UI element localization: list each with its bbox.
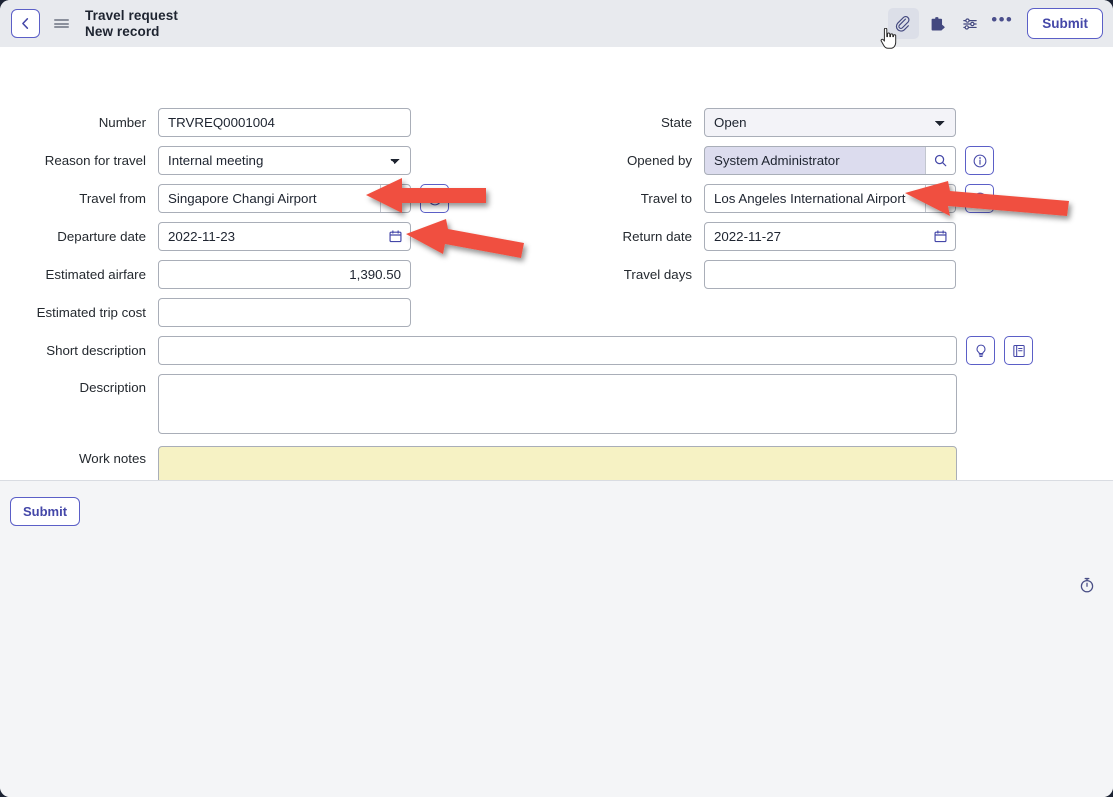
hamburger-icon — [53, 17, 69, 29]
info-icon — [428, 192, 441, 205]
travel-to-reference — [704, 184, 956, 213]
label-opened-by: Opened by — [626, 152, 692, 168]
travel-days-input[interactable] — [704, 260, 956, 289]
field-row-reason-for-travel: Reason for travel Internal meeting — [0, 146, 411, 175]
search-icon — [934, 192, 947, 205]
field-row-description: Description — [0, 374, 960, 434]
submit-button-footer[interactable]: Submit — [10, 497, 81, 526]
field-row-travel-days: Travel days — [546, 260, 956, 289]
form-area: Number Reason for travel Internal meetin… — [0, 47, 1113, 502]
travel-to-info-button[interactable] — [965, 184, 994, 213]
travel-from-lookup-button[interactable] — [380, 185, 410, 212]
field-row-departure-date: Departure date — [0, 222, 411, 251]
label-description: Description — [79, 380, 146, 395]
knowledge-button[interactable] — [1004, 336, 1033, 365]
field-row-number: Number — [0, 108, 411, 137]
label-travel-days: Travel days — [623, 266, 692, 282]
clipboard-export-icon — [931, 16, 945, 30]
travel-from-input[interactable] — [159, 185, 380, 212]
personalize-form-icon — [963, 17, 977, 30]
attachment-icon — [895, 15, 910, 32]
response-time-button[interactable] — [1077, 575, 1097, 595]
stopwatch-icon — [1080, 577, 1094, 593]
field-row-estimated-airfare: Estimated airfare — [0, 260, 411, 289]
field-row-state: State Open — [546, 108, 956, 137]
personalize-form-button[interactable] — [954, 8, 985, 39]
field-row-travel-to: Travel to — [546, 184, 1006, 213]
travel-from-reference — [158, 184, 411, 213]
attachment-button[interactable] — [888, 8, 920, 39]
travel-from-info-button[interactable] — [420, 184, 449, 213]
search-icon — [934, 154, 947, 167]
description-textarea[interactable] — [158, 374, 957, 434]
opened-by-input[interactable] — [705, 147, 925, 174]
label-travel-to: Travel to — [640, 190, 692, 206]
field-row-estimated-trip-cost: Estimated trip cost — [0, 298, 411, 327]
label-state: State — [660, 114, 692, 130]
app-header: Travel request New record ••• Submit — [0, 0, 1113, 47]
field-row-opened-by: Opened by — [546, 146, 1006, 175]
departure-date-input[interactable] — [159, 223, 380, 250]
info-icon — [973, 192, 986, 205]
app-window: Travel request New record ••• Submit Num… — [0, 0, 1113, 797]
field-row-return-date: Return date — [546, 222, 956, 251]
return-date-calendar-button[interactable] — [925, 223, 955, 250]
return-date-field — [704, 222, 956, 251]
label-number: Number — [98, 114, 146, 130]
submit-button-header[interactable]: Submit — [1027, 8, 1103, 39]
label-estimated-trip-cost: Estimated trip cost — [36, 304, 146, 320]
form-footer: Submit — [0, 481, 1113, 797]
chevron-left-icon — [22, 18, 29, 29]
label-travel-from: Travel from — [79, 190, 146, 206]
more-options-button[interactable]: ••• — [987, 9, 1017, 39]
calendar-icon — [933, 230, 947, 243]
number-input[interactable] — [158, 108, 411, 137]
departure-date-field — [158, 222, 411, 251]
hamburger-menu-button[interactable] — [48, 9, 74, 39]
calendar-icon — [388, 230, 402, 243]
short-description-input[interactable] — [158, 336, 957, 365]
opened-by-info-button[interactable] — [965, 146, 994, 175]
departure-date-calendar-button[interactable] — [380, 223, 410, 250]
state-select[interactable]: Open — [704, 108, 956, 137]
reason-for-travel-select[interactable]: Internal meeting — [158, 146, 411, 175]
opened-by-lookup-button[interactable] — [925, 147, 955, 174]
estimated-airfare-input[interactable] — [158, 260, 411, 289]
label-return-date: Return date — [622, 228, 692, 244]
return-date-input[interactable] — [705, 223, 925, 250]
more-options-icon: ••• — [991, 9, 1014, 29]
back-button[interactable] — [11, 9, 40, 38]
label-short-description: Short description — [46, 342, 146, 358]
label-departure-date: Departure date — [57, 228, 146, 244]
suggestions-button[interactable] — [966, 336, 995, 365]
page-title-main: Travel request — [85, 7, 178, 23]
knowledge-book-icon — [1012, 344, 1025, 357]
opened-by-reference — [704, 146, 956, 175]
label-estimated-airfare: Estimated airfare — [45, 266, 146, 282]
estimated-trip-cost-input[interactable] — [158, 298, 411, 327]
info-icon — [973, 154, 986, 167]
label-reason-for-travel: Reason for travel — [44, 152, 146, 168]
lightbulb-icon — [976, 344, 985, 357]
label-work-notes: Work notes — [78, 451, 146, 466]
field-row-travel-from: Travel from — [0, 184, 460, 213]
search-icon — [389, 192, 402, 205]
travel-to-input[interactable] — [705, 185, 925, 212]
copy-record-button[interactable] — [921, 8, 952, 39]
travel-to-lookup-button[interactable] — [925, 185, 955, 212]
page-title-sub: New record — [85, 23, 160, 39]
field-row-short-description: Short description — [0, 336, 1040, 365]
page-title: Travel request New record — [85, 8, 178, 40]
